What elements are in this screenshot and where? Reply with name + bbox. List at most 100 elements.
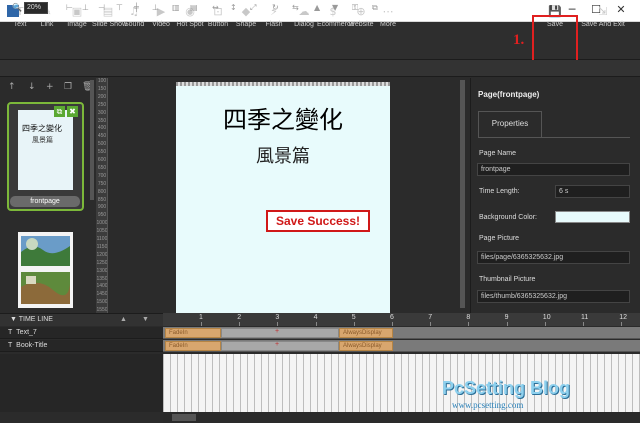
display-clip[interactable] [221, 341, 339, 351]
timeline-tick-label: 10 [542, 314, 551, 321]
ruler-number: 500 [97, 141, 107, 148]
move-down-icon[interactable]: ↓ [28, 82, 36, 92]
page-name-label: Page Name [479, 150, 516, 157]
time-length-label: Time Length: [479, 188, 520, 195]
align-left-icon[interactable]: ⊢ [66, 3, 74, 13]
zoom-input[interactable]: 20% [24, 2, 48, 14]
shape-tool-label: Shape [235, 21, 257, 28]
save-annotation-box [532, 15, 578, 65]
page-picture-field[interactable]: files/page/6365325632.jpg [477, 251, 630, 264]
tab-properties[interactable]: Properties [478, 111, 542, 137]
dialog-tool-label: Dialog [294, 21, 314, 28]
link-tool-label: Link [40, 21, 54, 28]
same-width-icon[interactable]: ↔ [212, 3, 220, 13]
duplicate-page-icon[interactable]: ❐ [64, 82, 72, 92]
add-page-icon[interactable]: + [46, 82, 54, 92]
save-success-toast: Save Success! [266, 210, 370, 232]
fadein-clip[interactable]: FadeIn [165, 341, 221, 351]
bring-front-icon[interactable]: ▲ [314, 3, 322, 13]
timeline-tick [353, 322, 355, 326]
keyframe-marker-icon[interactable]: + [275, 341, 279, 348]
timeline-tick-label: 9 [504, 314, 509, 321]
same-height-icon[interactable]: ↕ [230, 3, 238, 13]
distribute-h-icon[interactable]: ▥ [172, 3, 180, 13]
lock-icon[interactable]: ⚿ [352, 3, 360, 13]
timeline-expand-icon[interactable]: ▲ [120, 316, 127, 323]
timeline-title-text: TIME LINE [18, 316, 53, 323]
alwaysdisplay-clip[interactable]: AlwaysDisplay [339, 328, 393, 338]
save-and-exit-button[interactable]: ⇲ Save And Exit [580, 0, 626, 38]
thumbnail-picture-field[interactable]: files/thumb/6365325632.jpg [477, 290, 630, 303]
timeline-tick [430, 322, 432, 326]
ruler-number: 750 [97, 180, 107, 187]
move-up-icon[interactable]: ↑ [8, 82, 16, 92]
canvas-subtitle-text[interactable]: 風景篇 [176, 142, 390, 168]
track-label-text7[interactable]: T Text_7 [0, 327, 163, 339]
button-tool-label: Button [207, 21, 229, 28]
page-list-scrollbar[interactable] [90, 80, 94, 200]
save-exit-icon: ⇲ [598, 5, 608, 18]
ruler-number: 1350 [96, 275, 108, 282]
ruler-number: 1300 [96, 267, 108, 274]
align-center-icon[interactable]: ⊥ [82, 3, 90, 13]
page-thumbnail-preview [18, 110, 73, 190]
text-track-icon: T [8, 342, 13, 349]
background-color-swatch[interactable] [555, 211, 630, 223]
vertical-ruler: 100 150 200 250 300 350 400 450 500 550 600 650 700 7… [96, 78, 108, 313]
more-icon: ⋯ [382, 5, 394, 18]
ruler-number: 350 [97, 117, 107, 124]
timeline-tick [201, 322, 202, 326]
ruler-number: 1050 [96, 228, 108, 235]
fadein-clip[interactable]: FadeIn [165, 328, 221, 338]
timeline-ruler[interactable] [163, 313, 640, 326]
timeline-tick [544, 322, 546, 326]
timeline-tick-label: 12 [619, 314, 627, 321]
send-back-icon[interactable]: ▼ [332, 3, 340, 13]
watermark-brand: PcSetting Blog [442, 378, 571, 398]
same-size-icon[interactable]: ⤢ [250, 3, 258, 13]
align-bottom-icon[interactable]: ⊥ [152, 3, 160, 13]
ruler-number: 250 [97, 101, 107, 108]
timeline-tick-label: 8 [466, 314, 471, 321]
ruler-number: 1100 [96, 236, 108, 242]
ruler-number: 950 [97, 212, 107, 219]
flip-icon[interactable]: ⇆ [292, 3, 300, 13]
ecommerce-tool-label: Ecommerce [317, 21, 355, 28]
timeline-tick [506, 322, 508, 326]
timeline-tick-label: 6 [390, 314, 394, 321]
distribute-v-icon[interactable]: ▤ [190, 3, 198, 13]
align-right-icon[interactable]: ⊣ [98, 3, 106, 13]
timeline-tick-label: 5 [351, 314, 356, 321]
time-length-field[interactable]: 6 s [555, 185, 630, 198]
timeline-tick [315, 322, 317, 326]
image-tool-label: Image [67, 21, 87, 28]
timeline-collapse-icon[interactable]: ▼ [142, 316, 149, 323]
ruler-number: 1250 [96, 259, 108, 266]
alwaysdisplay-clip[interactable]: AlwaysDisplay [339, 341, 393, 351]
display-clip[interactable] [221, 328, 339, 338]
align-top-icon[interactable]: ⊤ [116, 3, 124, 13]
keyframe-marker-icon[interactable]: + [275, 328, 279, 335]
collapse-icon[interactable]: ▼ [10, 316, 19, 323]
hotspot-tool-label: Hot Spot [176, 21, 204, 28]
more-tool-button[interactable]: ⋯ More [377, 0, 399, 38]
rotate-icon[interactable]: ↻ [272, 3, 280, 13]
trash-icon[interactable]: ✖ [67, 106, 78, 117]
timeline-tick [583, 322, 584, 326]
copy-page-icon[interactable]: ⧉ [54, 106, 65, 117]
ruler-number: 600 [97, 157, 107, 163]
page-thumbnail-2[interactable] [18, 232, 73, 308]
background-color-label: Background Color: [479, 214, 537, 221]
slideshow-tool-label: Slide Show [92, 21, 128, 28]
page-name-field[interactable]: frontpage [477, 163, 630, 176]
canvas-title-text[interactable]: 四季之變化 [176, 100, 390, 135]
canvas-scrollbar[interactable] [460, 80, 465, 308]
zoom-icon[interactable]: 🔍 [12, 3, 22, 13]
group-icon[interactable]: ⧉ [372, 3, 380, 13]
timeline-scrollbar[interactable] [163, 412, 640, 423]
timeline-scroll-thumb[interactable] [172, 414, 196, 421]
track-label-book-title[interactable]: T Book-Title [0, 340, 163, 352]
ruler-number: 150 [97, 85, 107, 92]
align-middle-icon[interactable]: ╪ [134, 3, 142, 13]
ruler-number: 850 [97, 196, 107, 203]
